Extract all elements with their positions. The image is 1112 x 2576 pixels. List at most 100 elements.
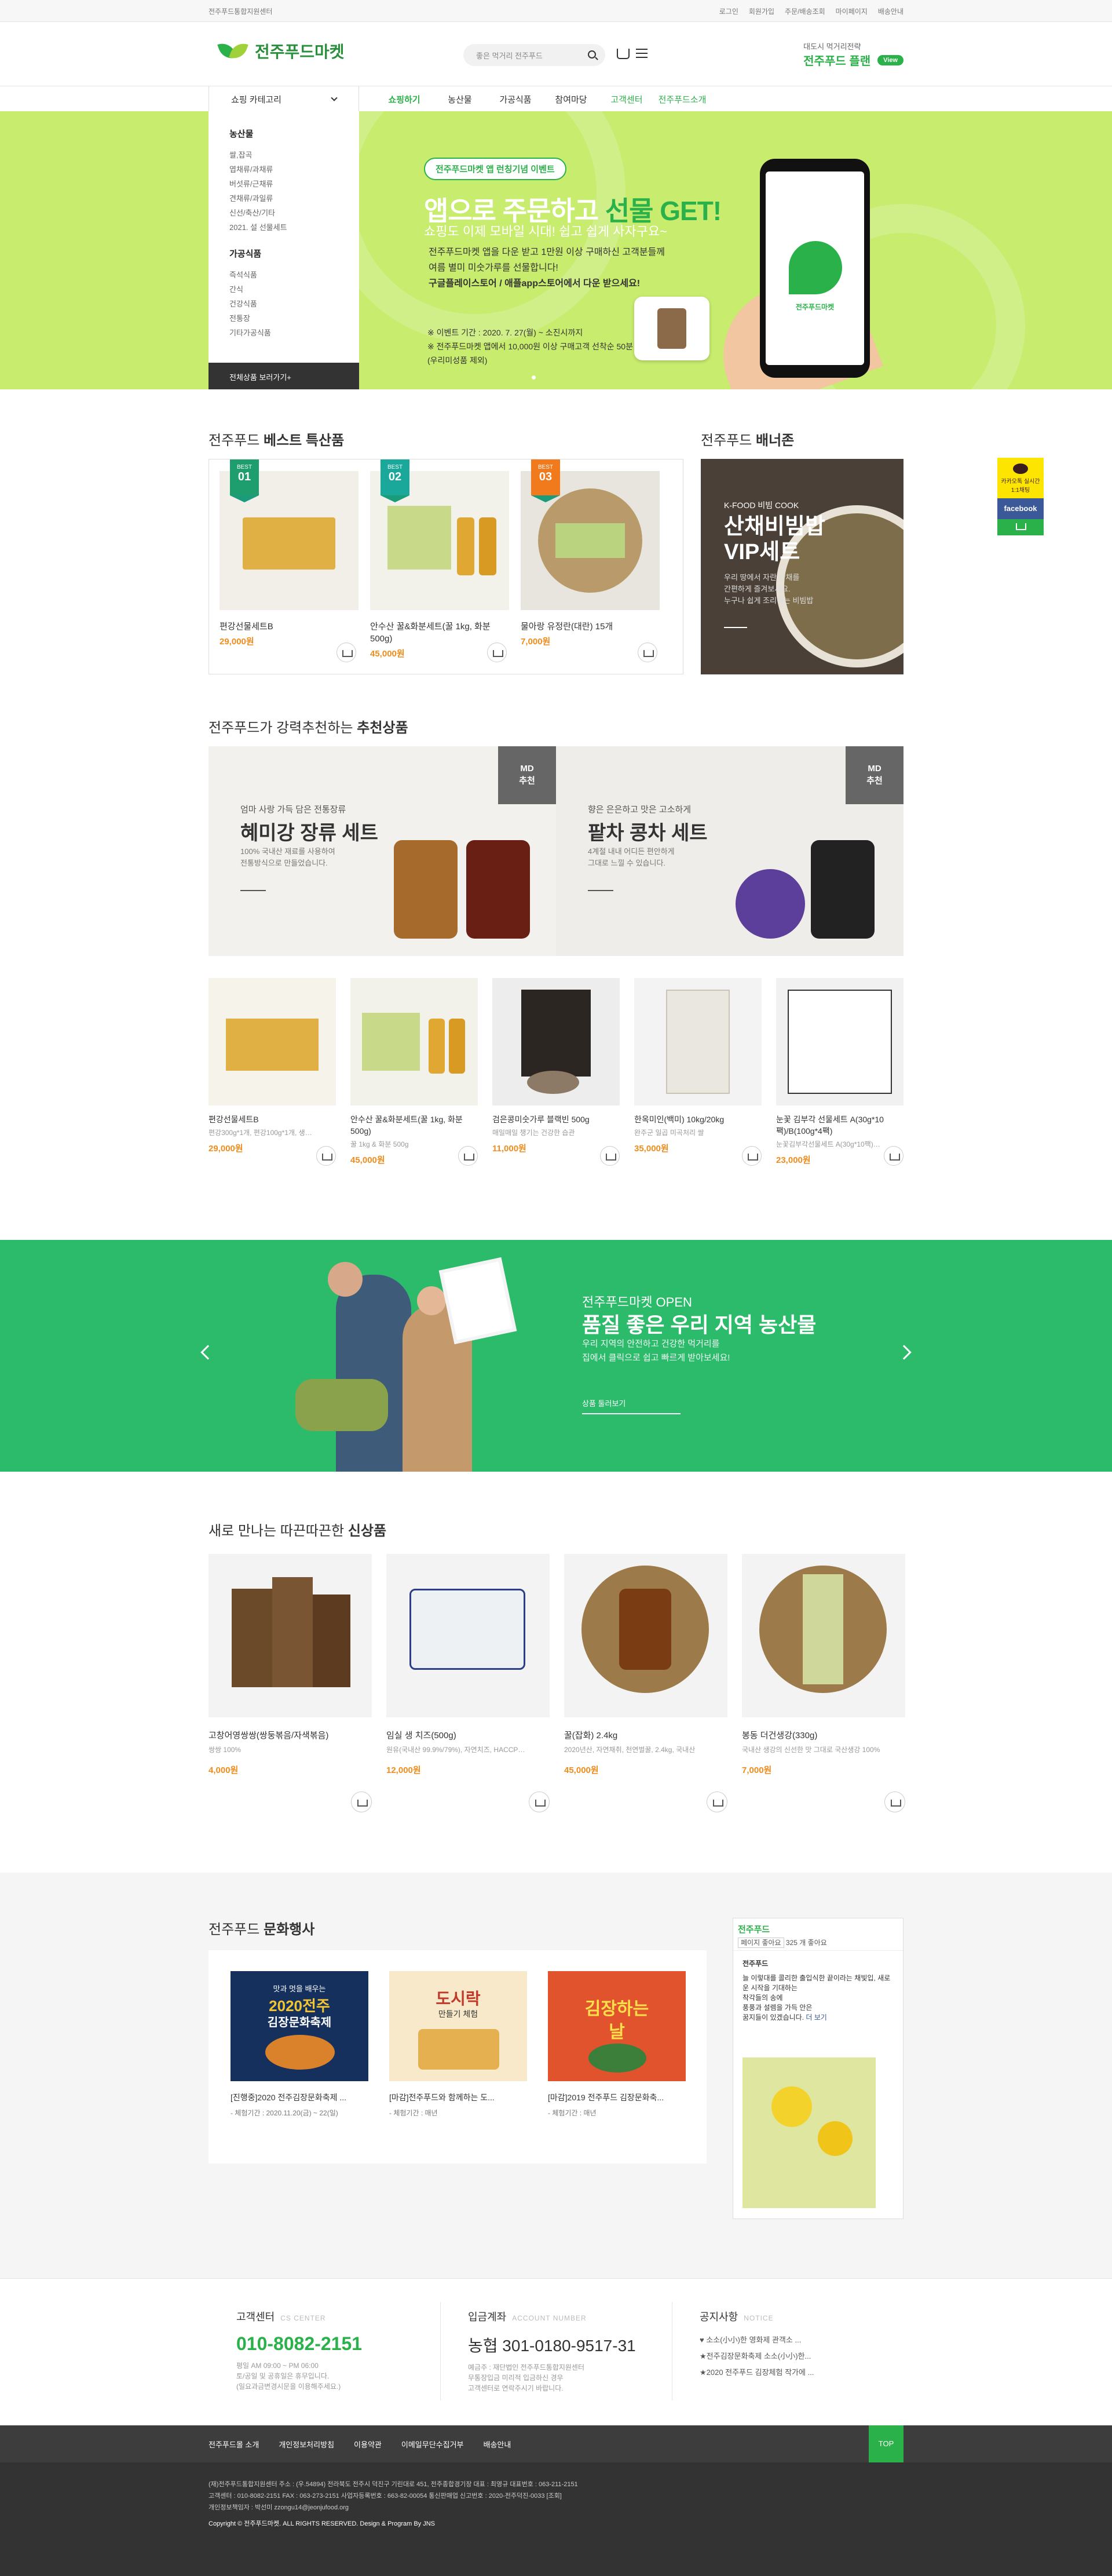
product-card[interactable]: 눈꽃 김부각 선물세트 A(30g*10팩)/B(100g*4팩) 눈꽃김부각선… — [776, 978, 904, 1166]
view-all-products-link[interactable]: 전체상품 보러가기+ — [209, 363, 359, 389]
product-name[interactable]: 한옥미인(백미) 10kg/20kg — [634, 1114, 762, 1125]
cs-phone[interactable]: 010-8082-2151 — [236, 2333, 362, 2355]
product-image[interactable] — [564, 1554, 727, 1717]
footer-link[interactable]: 개인정보처리방침 — [279, 2439, 334, 2450]
cart-icon[interactable] — [617, 49, 630, 59]
cart-icon[interactable] — [336, 643, 356, 662]
product-image[interactable] — [492, 978, 620, 1105]
cart-icon[interactable] — [487, 643, 507, 662]
notice-item[interactable]: ♥ 소소(小小)한 영화제 관객소 ... — [700, 2332, 814, 2348]
best-product-card[interactable]: BEST 03 물아랑 유정란(대란) 15개 7,000원 — [521, 459, 660, 662]
nav-shopping[interactable]: 쇼핑하기 — [376, 93, 432, 105]
nav-processed[interactable]: 가공식품 — [488, 93, 543, 105]
cart-icon[interactable] — [638, 643, 657, 662]
browse-products-button[interactable]: 상품 둘러보기 — [582, 1398, 681, 1414]
cart-icon[interactable] — [884, 1146, 904, 1166]
product-image[interactable] — [634, 978, 762, 1105]
delivery-link[interactable]: 배송안내 — [878, 6, 904, 16]
cart-icon[interactable] — [742, 1146, 762, 1166]
kakao-chat-button[interactable]: 카카오톡 실시간 1:1채팅 — [997, 458, 1044, 498]
banner-zone-image[interactable]: K-FOOD 비빔 COOK 산채비빔밥 VIP세트 우리 땅에서 자란 산채를 간… — [701, 459, 904, 674]
quick-cart-icon[interactable] — [997, 519, 1044, 535]
search-icon[interactable] — [588, 50, 596, 59]
product-name[interactable]: 꿀(잡화) 2.4kg — [564, 1729, 727, 1741]
product-card[interactable]: 고창어영쌍쌍(쌍둥볶음/자색볶음) 쌍쌍 100% 4,000원 — [209, 1554, 372, 1815]
cart-icon[interactable] — [458, 1146, 478, 1166]
event-card[interactable]: 맛과 멋을 배우는 2020전주 김장문화축제 [진행중]2020 전주김장문화… — [231, 1971, 368, 2143]
category-dropdown-button[interactable]: 쇼핑 카테고리 — [209, 86, 359, 112]
product-card[interactable]: 봉동 더건생강(330g) 국내산 생강의 신선한 맛 그대로 국산생강 100… — [742, 1554, 905, 1815]
footer-link[interactable]: 배송안내 — [484, 2439, 511, 2450]
product-name[interactable]: 편강선물세트B — [220, 621, 359, 633]
footer-link[interactable]: 이용약관 — [354, 2439, 382, 2450]
order-link[interactable]: 주문/배송조회 — [785, 6, 825, 16]
product-image[interactable] — [742, 1554, 905, 1717]
product-name[interactable]: 검은콩미숫가루 블랙빈 500g — [492, 1114, 620, 1125]
product-name[interactable]: 임실 생 치즈(500g) — [386, 1729, 550, 1741]
category-item[interactable]: 즉석식품 — [229, 268, 338, 282]
product-image[interactable] — [209, 978, 336, 1105]
event-poster[interactable]: 김장하는 날 — [548, 1971, 686, 2081]
food-plan-link[interactable]: 대도시 먹거리전략 전주푸드 플랜 View — [803, 41, 904, 68]
facebook-like-button[interactable]: 페이지 좋아요 — [738, 1938, 784, 1948]
category-item[interactable]: 건강식품 — [229, 297, 338, 311]
category-item[interactable]: 쌀,잡곡 — [229, 148, 338, 162]
cart-icon[interactable] — [529, 1791, 550, 1812]
nav-customer-center[interactable]: 고객센터 — [599, 93, 654, 105]
category-item[interactable]: 2021. 설 선물세트 — [229, 220, 338, 235]
event-poster[interactable]: 맛과 멋을 배우는 2020전주 김장문화축제 — [231, 1971, 368, 2081]
footer-link[interactable]: 전주푸드몰 소개 — [209, 2439, 259, 2450]
category-item[interactable]: 버섯류/근채류 — [229, 177, 338, 191]
facebook-button[interactable]: facebook — [997, 498, 1044, 519]
product-image[interactable] — [209, 1554, 372, 1717]
product-card[interactable]: 꿀(잡화) 2.4kg 2020년산, 자연채취, 천연벌꿀, 2.4kg, 국… — [564, 1554, 727, 1815]
md-pick-card[interactable]: MD 추천 향은 은은하고 맛은 고소하게 팥차 콩차 세트 4계절 내내 어디든… — [556, 746, 904, 956]
category-item[interactable]: 전통장 — [229, 311, 338, 326]
event-name[interactable]: [진행중]2020 전주김장문화축제 ... — [231, 2092, 368, 2103]
product-card[interactable]: 임실 생 치즈(500g) 원유(국내산 99.9%/79%), 자연치즈, H… — [386, 1554, 550, 1815]
product-card[interactable]: 편강선물세트B 편강300g*1개, 편강100g*1개, 생강... 29,0… — [209, 978, 336, 1166]
product-image[interactable]: BEST 02 — [370, 459, 509, 610]
product-image[interactable] — [776, 978, 904, 1105]
category-item[interactable]: 기타가공식품 — [229, 326, 338, 340]
site-logo[interactable]: 전주푸드마켓 — [220, 39, 345, 63]
category-item[interactable]: 신선/축산/기타 — [229, 206, 338, 220]
join-link[interactable]: 회원가입 — [749, 6, 774, 16]
plan-view-button[interactable]: View — [877, 54, 904, 65]
product-image[interactable] — [386, 1554, 550, 1717]
product-name[interactable]: 안수산 꿀&화분세트(꿀 1kg, 화분 500g) — [350, 1114, 478, 1137]
facebook-page-name[interactable]: 전주푸드 — [738, 1925, 770, 1935]
nav-community[interactable]: 참여마당 — [543, 93, 599, 105]
see-more-link[interactable]: 더 보기 — [806, 2013, 826, 2022]
cart-icon[interactable] — [884, 1791, 905, 1812]
mypage-link[interactable]: 마이페이지 — [836, 6, 868, 16]
product-name[interactable]: 눈꽃 김부각 선물세트 A(30g*10팩)/B(100g*4팩) — [776, 1114, 904, 1137]
event-card[interactable]: 김장하는 날 [마감]2019 전주푸드 김장문화축... - 체험기간 : 매… — [548, 1971, 686, 2143]
product-card[interactable]: 한옥미인(백미) 10kg/20kg 완주군 일곱 미곡처리 쌀 35,000원 — [634, 978, 762, 1166]
cart-icon[interactable] — [707, 1791, 727, 1812]
product-name[interactable]: 물아랑 유정란(대란) 15개 — [521, 621, 660, 633]
next-arrow-icon[interactable] — [897, 1345, 912, 1360]
search-input[interactable]: 좋은 먹거리 전주푸드 — [463, 44, 605, 66]
site-label[interactable]: 전주푸드통합지원센터 — [209, 6, 272, 16]
product-image[interactable] — [350, 978, 478, 1105]
cart-icon[interactable] — [316, 1146, 336, 1166]
scroll-top-button[interactable]: TOP — [869, 2425, 904, 2462]
category-item[interactable]: 간식 — [229, 282, 338, 297]
best-product-card[interactable]: BEST 02 안수산 꿀&화분세트(꿀 1kg, 화분 500g) 45,000… — [370, 459, 509, 662]
slider-dot[interactable] — [532, 375, 536, 380]
product-card[interactable]: 안수산 꿀&화분세트(꿀 1kg, 화분 500g) 꿀 1kg & 화분 50… — [350, 978, 478, 1166]
login-link[interactable]: 로그인 — [719, 6, 738, 16]
post-author[interactable]: 전주푸드 — [742, 1959, 894, 1969]
product-name[interactable]: 안수산 꿀&화분세트(꿀 1kg, 화분 500g) — [370, 621, 509, 645]
nav-about[interactable]: 전주푸드소개 — [654, 93, 710, 105]
notice-item[interactable]: ★2020 전주푸드 김장체험 작가에 ... — [700, 2365, 814, 2381]
md-pick-card[interactable]: MD 추천 엄마 사랑 가득 담은 전통장류 혜미강 장류 세트 100% 국내산… — [209, 746, 556, 956]
product-name[interactable]: 고창어영쌍쌍(쌍둥볶음/자색볶음) — [209, 1729, 372, 1741]
category-item[interactable]: 견채류/과일류 — [229, 191, 338, 206]
product-image[interactable]: BEST 03 — [521, 459, 660, 610]
notice-item[interactable]: ★전주김장문화축제 소소(小小)한... — [700, 2348, 814, 2365]
event-name[interactable]: [마감]2019 전주푸드 김장문화축... — [548, 2092, 686, 2103]
product-name[interactable]: 편강선물세트B — [209, 1114, 336, 1125]
nav-agri[interactable]: 농산물 — [432, 93, 488, 105]
